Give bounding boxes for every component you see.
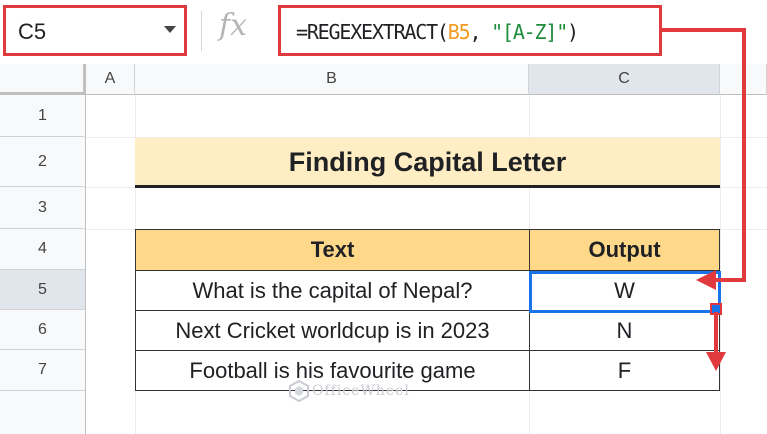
formula-separator: , — [469, 20, 492, 44]
active-cell-selection — [529, 271, 721, 313]
row-number: 2 — [38, 152, 47, 170]
cell-value: N — [616, 317, 633, 343]
formula-prefix: =REGEXEXTRACT( — [296, 20, 449, 44]
chevron-down-icon[interactable] — [164, 26, 176, 33]
fill-handle[interactable] — [710, 303, 722, 315]
row-number: 7 — [38, 361, 47, 378]
fx-icon: fx — [219, 8, 248, 43]
select-all-corner[interactable] — [0, 64, 86, 95]
table-header-text[interactable]: Text — [135, 229, 530, 271]
row-header-8[interactable] — [0, 391, 86, 434]
cell-value: Next Cricket worldcup is in 2023 — [175, 317, 490, 343]
cell-value: F — [617, 357, 632, 383]
row-header-4[interactable]: 4 — [0, 229, 86, 270]
cell-value: What is the capital of Nepal? — [192, 277, 473, 303]
formula-bar-divider — [201, 11, 202, 51]
row-header-5[interactable]: 5 — [0, 270, 86, 310]
column-header-a[interactable]: A — [86, 64, 135, 95]
table-cell-text[interactable]: Next Cricket worldcup is in 2023 — [135, 310, 530, 351]
row-header-1[interactable]: 1 — [0, 95, 86, 137]
officewheel-logo-icon — [289, 380, 309, 402]
row-header-7[interactable]: 7 — [0, 350, 86, 391]
cell-value: Football is his favourite game — [189, 357, 476, 383]
table-cell-output[interactable]: F — [529, 350, 720, 391]
row-number: 5 — [38, 280, 47, 298]
row-number: 4 — [38, 240, 47, 257]
row-number: 6 — [38, 320, 47, 338]
formula-text: =REGEXEXTRACT(B5, "[A-Z]") — [296, 20, 579, 44]
formula-bar: C5 fx =REGEXEXTRACT(B5, "[A-Z]") — [0, 0, 767, 65]
name-box-cell-ref: C5 — [18, 19, 47, 44]
row-number: 3 — [38, 198, 47, 216]
formula-input[interactable]: =REGEXEXTRACT(B5, "[A-Z]") — [278, 5, 662, 56]
column-header-c[interactable]: C — [529, 64, 720, 95]
column-header-d[interactable] — [720, 64, 767, 95]
table-cell-output[interactable]: N — [529, 310, 720, 351]
row-header-6[interactable]: 6 — [0, 310, 86, 350]
row-header-2[interactable]: 2 — [0, 137, 86, 187]
formula-cell-ref: B5 — [447, 20, 471, 44]
row-header-3[interactable]: 3 — [0, 187, 86, 229]
table-header-output[interactable]: Output — [529, 229, 720, 271]
header-label: Text — [310, 237, 355, 262]
watermark-text: OfficeWheel — [312, 383, 410, 399]
gridline — [720, 95, 721, 434]
formula-suffix: ) — [567, 20, 579, 44]
formula-string-arg: "[A-Z]" — [491, 20, 568, 44]
name-box[interactable]: C5 — [3, 5, 187, 56]
column-header-b[interactable]: B — [135, 64, 529, 95]
table-cell-text[interactable]: What is the capital of Nepal? — [135, 270, 530, 311]
header-label: Output — [588, 237, 661, 262]
row-number: 1 — [38, 106, 47, 124]
sheet-title[interactable]: Finding Capital Letter — [135, 138, 720, 188]
